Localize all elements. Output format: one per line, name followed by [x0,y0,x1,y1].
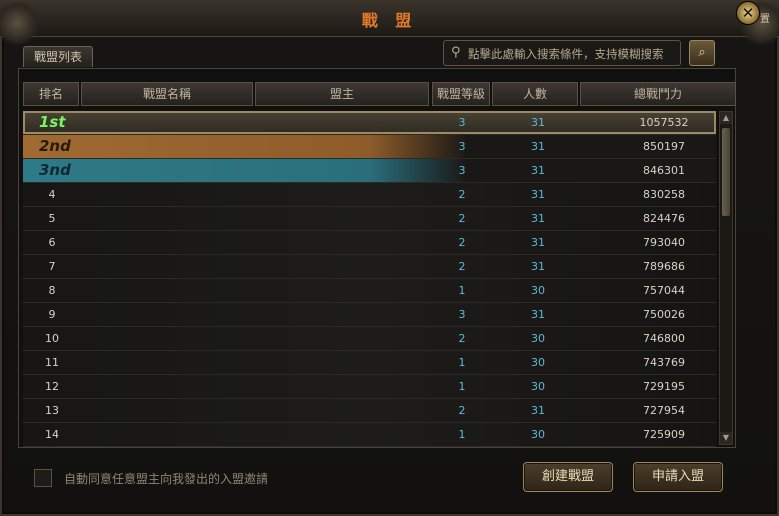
member-count: 31 [531,188,545,201]
member-count: 31 [531,260,545,273]
search-placeholder: 點擊此處輸入搜索條件，支持模糊搜索 [468,47,664,61]
scrollbar-thumb[interactable] [722,128,730,216]
rank-label: 8 [48,284,56,297]
guild-level: 3 [458,116,466,129]
rank-label: 14 [45,428,59,441]
table-row[interactable]: 12 1 30 729195 [23,375,716,399]
auto-accept-label: 自動同意任意盟主向我發出的入盟邀請 [64,472,269,486]
rank-label: 4 [48,188,56,201]
rank-label: 7 [48,260,56,273]
guild-level: 3 [458,164,466,177]
header-guild-level[interactable]: 戰盟等級 [432,82,490,106]
table-row[interactable]: 4 2 31 830258 [23,183,716,207]
guild-table-body: 1st 3 31 1057532 2nd 3 31 850197 3nd 3 3… [23,111,716,447]
rank-label: 2nd [39,137,71,155]
member-count: 30 [531,428,545,441]
member-count: 30 [531,332,545,345]
auto-accept-checkbox[interactable] [34,469,52,487]
header-total-power[interactable]: 總戰鬥力 [580,82,736,106]
header-leader[interactable]: 盟主 [255,82,429,106]
close-extra-text: 置 [760,14,770,25]
table-row[interactable]: 13 2 31 727954 [23,399,716,423]
guild-level: 3 [458,140,466,153]
guild-level: 2 [458,212,466,225]
rank-label: 11 [45,356,59,369]
guild-level: 1 [458,356,466,369]
table-row[interactable]: 14 1 30 725909 [23,423,716,447]
search-icon: ⚲ [451,45,461,60]
table-row[interactable]: 11 1 30 743769 [23,351,716,375]
guild-level: 3 [458,308,466,321]
table-row[interactable]: 10 2 30 746800 [23,327,716,351]
guild-level: 2 [458,236,466,249]
scrollbar[interactable]: ▲ ▼ [719,111,733,445]
rank-label: 12 [45,380,59,393]
scroll-up-icon[interactable]: ▲ [720,112,732,124]
guild-level: 2 [458,404,466,417]
member-count: 31 [531,308,545,321]
guild-level: 1 [458,380,466,393]
table-row[interactable]: 8 1 30 757044 [23,279,716,303]
member-count: 31 [531,404,545,417]
guild-level: 1 [458,428,466,441]
window-title: 戰 盟 [361,11,418,30]
guild-ranking-panel: 排名 戰盟名稱 盟主 戰盟等級 人數 總戰鬥力 1st 3 31 1057532… [18,68,736,448]
table-row[interactable]: 6 2 31 793040 [23,231,716,255]
member-count: 31 [531,140,545,153]
rank-label: 6 [48,236,56,249]
member-count: 30 [531,380,545,393]
apply-join-button[interactable]: 申請入盟 [633,462,723,492]
guild-window: 戰 盟 ✕ 置 戰盟列表 ⚲ 點擊此處輸入搜索條件，支持模糊搜索 ⌕ 排名 戰盟… [0,0,779,516]
rank-label: 1st [39,113,66,131]
member-count: 31 [531,236,545,249]
search-input[interactable]: ⚲ 點擊此處輸入搜索條件，支持模糊搜索 [443,40,681,66]
member-count: 31 [531,212,545,225]
rank-label: 5 [48,212,56,225]
rank-label: 3nd [39,161,71,179]
guild-level: 2 [458,260,466,273]
table-row[interactable]: 9 3 31 750026 [23,303,716,327]
close-icon[interactable]: ✕ [737,2,759,24]
table-row[interactable]: 3nd 3 31 846301 [23,159,716,183]
guild-level: 2 [458,188,466,201]
search-button[interactable]: ⌕ [689,40,715,66]
member-count: 31 [531,116,545,129]
create-guild-button[interactable]: 創建戰盟 [523,462,613,492]
rank-label: 9 [48,308,56,321]
table-row[interactable]: 7 2 31 789686 [23,255,716,279]
magnifier-icon: ⌕ [698,45,706,60]
member-count: 30 [531,284,545,297]
title-bar[interactable]: 戰 盟 ✕ 置 [0,0,779,46]
rank-label: 13 [45,404,59,417]
header-members[interactable]: 人數 [492,82,578,106]
member-count: 31 [531,164,545,177]
rank-label: 10 [45,332,59,345]
guild-level: 1 [458,284,466,297]
member-count: 30 [531,356,545,369]
table-row[interactable]: 5 2 31 824476 [23,207,716,231]
table-row[interactable]: 2nd 3 31 850197 [23,135,716,159]
header-rank[interactable]: 排名 [23,82,79,106]
guild-level: 2 [458,332,466,345]
table-row[interactable]: 1st 3 31 1057532 [23,111,716,135]
tab-guild-list[interactable]: 戰盟列表 [23,46,93,67]
header-guild-name[interactable]: 戰盟名稱 [81,82,253,106]
scroll-down-icon[interactable]: ▼ [720,432,732,444]
